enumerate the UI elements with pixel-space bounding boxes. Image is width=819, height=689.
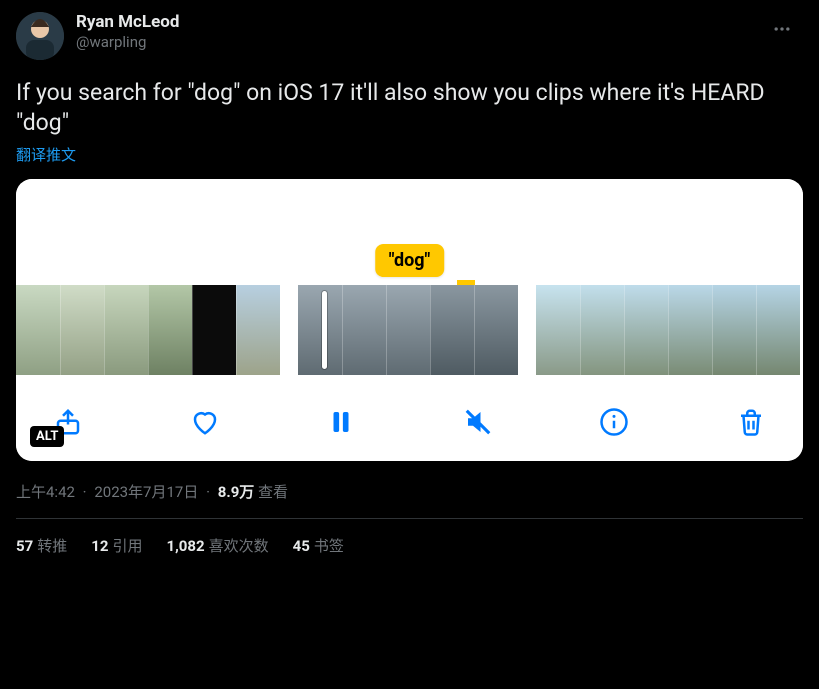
clip-group[interactable]: [536, 285, 800, 375]
mute-button[interactable]: [456, 400, 500, 444]
meta-date[interactable]: 2023年7月17日: [94, 483, 198, 501]
views-count: 8.9万: [218, 483, 255, 501]
tweet-text: If you search for "dog" on iOS 17 it'll …: [16, 78, 803, 138]
video-frame: [16, 285, 60, 375]
video-frame: [474, 285, 518, 375]
alt-badge[interactable]: ALT: [30, 426, 64, 447]
stat-bookmarks[interactable]: 45书签: [293, 535, 344, 556]
info-button[interactable]: [592, 400, 636, 444]
video-frame: [104, 285, 148, 375]
like-button[interactable]: [183, 400, 227, 444]
video-frame: [148, 285, 192, 375]
info-icon: [599, 407, 629, 437]
tweet-stats: 57转推 12引用 1,082喜欢次数 45书签: [16, 519, 803, 556]
stat-retweets[interactable]: 57转推: [16, 535, 67, 556]
video-frame: [386, 285, 430, 375]
trash-icon: [736, 407, 766, 437]
stat-quotes[interactable]: 12引用: [91, 535, 142, 556]
more-icon: [772, 19, 792, 39]
more-button[interactable]: [765, 12, 799, 46]
video-frame: [430, 285, 474, 375]
video-frame: [536, 285, 580, 375]
handle: @warpling: [76, 32, 179, 52]
video-frame: [60, 285, 104, 375]
playhead[interactable]: [322, 291, 327, 369]
video-frame: [712, 285, 756, 375]
avatar[interactable]: [16, 12, 64, 60]
stat-likes[interactable]: 1,082喜欢次数: [166, 535, 268, 556]
media-card: "dog": [16, 179, 803, 461]
tweet-meta: 上午4:42 · 2023年7月17日 · 8.9万 查看: [16, 481, 803, 502]
video-frame: [580, 285, 624, 375]
clip-group[interactable]: [298, 285, 518, 375]
video-frame: [756, 285, 800, 375]
caption-badge: "dog": [375, 244, 445, 277]
video-frame: [298, 285, 342, 375]
video-frame: [342, 285, 386, 375]
pause-icon: [326, 407, 356, 437]
tweet-header: Ryan McLeod @warpling: [16, 12, 803, 60]
video-frame: [668, 285, 712, 375]
mute-icon: [463, 407, 493, 437]
translate-link[interactable]: 翻译推文: [16, 144, 76, 165]
filmstrip[interactable]: [16, 285, 803, 375]
clip-group[interactable]: [16, 285, 280, 375]
heart-icon: [190, 407, 220, 437]
meta-time[interactable]: 上午4:42: [16, 483, 75, 501]
tweet-container: Ryan McLeod @warpling If you search for …: [0, 0, 819, 556]
video-frame: [624, 285, 668, 375]
media-toolbar: [16, 383, 803, 461]
views-label: 查看: [258, 483, 288, 501]
display-name: Ryan McLeod: [76, 12, 179, 32]
pause-button[interactable]: [319, 400, 363, 444]
video-frame: [236, 285, 280, 375]
video-frame: [192, 285, 236, 375]
trash-button[interactable]: [729, 400, 773, 444]
media-top: "dog": [16, 179, 803, 285]
author-block[interactable]: Ryan McLeod @warpling: [76, 12, 179, 52]
